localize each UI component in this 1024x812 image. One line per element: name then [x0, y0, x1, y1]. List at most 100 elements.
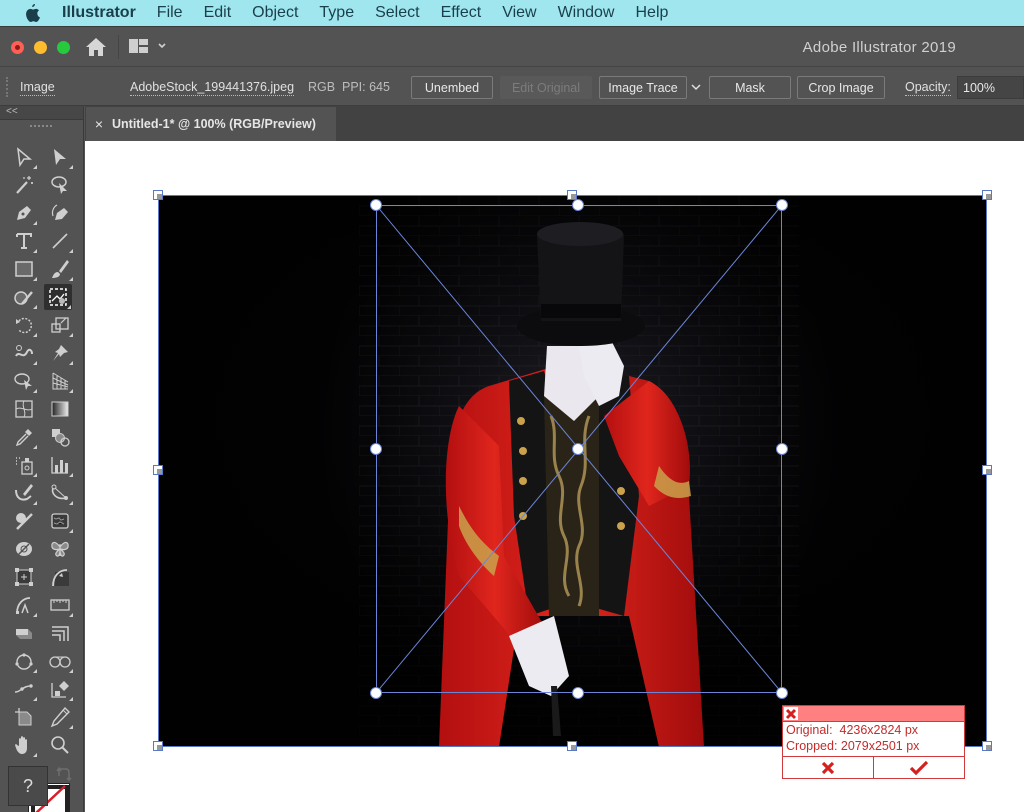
magic-wand-tool[interactable]: [10, 172, 38, 198]
zoom-tool[interactable]: [46, 732, 74, 758]
crop-handle-top-right[interactable]: [776, 199, 788, 211]
swap-fill-stroke-icon[interactable]: [56, 766, 72, 782]
control-bar-grip[interactable]: [6, 77, 8, 97]
chart-shape-tool[interactable]: [46, 676, 74, 702]
column-graph-tool[interactable]: [46, 452, 74, 478]
help-tooltip[interactable]: ?: [8, 766, 48, 806]
rectangle-tool[interactable]: [10, 256, 38, 282]
gradient-icon: [51, 401, 69, 417]
bounding-handle-bottom-center[interactable]: [567, 741, 577, 751]
crop-handle-bottom-right[interactable]: [776, 687, 788, 699]
width-tool[interactable]: [10, 536, 38, 562]
object-type-label[interactable]: Image: [20, 80, 55, 96]
perspective-grid-tool[interactable]: [46, 368, 74, 394]
type-t-icon: [16, 233, 32, 249]
bounding-handle-middle-left[interactable]: [153, 465, 163, 475]
unembed-button[interactable]: Unembed: [411, 76, 493, 99]
menu-effect[interactable]: Effect: [441, 4, 482, 22]
transform-each-tool[interactable]: [10, 564, 38, 590]
eyedropper-tool[interactable]: [10, 424, 38, 450]
apply-crop-button[interactable]: [873, 757, 964, 778]
crop-handle-center[interactable]: [572, 443, 584, 455]
close-panel-icon[interactable]: [784, 707, 798, 720]
curvature-tool[interactable]: [46, 200, 74, 226]
crop-handle-middle-right[interactable]: [776, 443, 788, 455]
width-icon: [16, 542, 32, 556]
line-segment-tool[interactable]: [46, 228, 74, 254]
close-window-button[interactable]: [11, 41, 24, 54]
document-tab[interactable]: × Untitled-1* @ 100% (RGB/Preview): [86, 107, 336, 141]
anchor-point-tool[interactable]: [46, 480, 74, 506]
selection-tool[interactable]: [10, 144, 38, 170]
menu-type[interactable]: Type: [319, 4, 354, 22]
shaper-tool[interactable]: [10, 284, 38, 310]
puppet-warp-tool[interactable]: [46, 340, 74, 366]
mesh-tool[interactable]: [10, 396, 38, 422]
scale-tool[interactable]: [46, 312, 74, 338]
blend-tool[interactable]: [46, 424, 74, 450]
knife-tool[interactable]: [46, 704, 74, 730]
tools-panel-grip[interactable]: [30, 125, 52, 129]
join-tool[interactable]: [46, 648, 74, 674]
ruler-tool[interactable]: [46, 592, 74, 618]
crop-image-button[interactable]: Crop Image: [797, 76, 885, 99]
crop-handle-top-left[interactable]: [370, 199, 382, 211]
gradient-tool[interactable]: [46, 396, 74, 422]
minimize-window-button[interactable]: [34, 41, 47, 54]
artboard-tool[interactable]: [10, 480, 38, 506]
apple-logo-icon[interactable]: [24, 4, 40, 22]
reshape-tool[interactable]: [46, 564, 74, 590]
crop-handle-bottom-left[interactable]: [370, 687, 382, 699]
opacity-input[interactable]: 100%: [957, 76, 1024, 99]
close-document-icon[interactable]: ×: [86, 116, 112, 132]
bounding-handle-bottom-left[interactable]: [153, 741, 163, 751]
bounding-handle-middle-right[interactable]: [982, 465, 992, 475]
menu-select[interactable]: Select: [375, 4, 419, 22]
collapse-panel-button[interactable]: <<: [0, 106, 83, 120]
bounding-handle-bottom-right[interactable]: [982, 741, 992, 751]
cancel-crop-button[interactable]: [783, 757, 873, 778]
free-transform-tool[interactable]: [10, 368, 38, 394]
offset-path-tool[interactable]: [46, 620, 74, 646]
mask-button[interactable]: Mask: [709, 76, 791, 99]
hand-tool[interactable]: [10, 732, 38, 758]
warp-tool[interactable]: [10, 340, 38, 366]
image-texture-tool[interactable]: [46, 508, 74, 534]
lasso-tool[interactable]: [46, 172, 74, 198]
menu-window[interactable]: Window: [558, 4, 615, 22]
image-trace-button[interactable]: Image Trace: [599, 76, 687, 99]
extrude-tool[interactable]: [10, 620, 38, 646]
workspace-switcher-button[interactable]: [129, 38, 169, 56]
direct-selection-tool[interactable]: [46, 144, 74, 170]
butterfly-tool[interactable]: [46, 536, 74, 562]
crop-handle-middle-left[interactable]: [370, 443, 382, 455]
image-trace-options-chevron-icon[interactable]: [690, 81, 702, 93]
zoom-window-button[interactable]: [57, 41, 70, 54]
smooth-tool[interactable]: [10, 676, 38, 702]
paintbrush-tool[interactable]: [46, 256, 74, 282]
menu-edit[interactable]: Edit: [204, 4, 232, 22]
crop-image-tool[interactable]: [44, 284, 72, 310]
type-tool[interactable]: [10, 228, 38, 254]
symbol-sprayer-tool[interactable]: [10, 452, 38, 478]
crop-handle-bottom-center[interactable]: [572, 687, 584, 699]
opacity-label[interactable]: Opacity:: [905, 80, 951, 96]
menu-file[interactable]: File: [157, 4, 183, 22]
bounding-handle-top-left[interactable]: [153, 190, 163, 200]
rotate-tool[interactable]: [10, 312, 38, 338]
menu-help[interactable]: Help: [635, 4, 668, 22]
pen-tool[interactable]: [10, 200, 38, 226]
cropped-size-text: Cropped: 2079x2501 px: [786, 739, 920, 753]
menu-object[interactable]: Object: [252, 4, 298, 22]
menu-view[interactable]: View: [502, 4, 536, 22]
home-icon[interactable]: [85, 37, 107, 57]
artboard-crop-tool[interactable]: [10, 704, 38, 730]
linked-filename[interactable]: AdobeStock_199441376.jpeg: [130, 80, 295, 96]
ellipse-anchor-tool[interactable]: [10, 648, 38, 674]
eraser-tool[interactable]: [10, 508, 38, 534]
arc-icon: [16, 597, 31, 614]
crop-handle-top-center[interactable]: [572, 199, 584, 211]
bounding-handle-top-right[interactable]: [982, 190, 992, 200]
arc-tool[interactable]: [10, 592, 38, 618]
menu-app-name[interactable]: Illustrator: [62, 4, 136, 22]
